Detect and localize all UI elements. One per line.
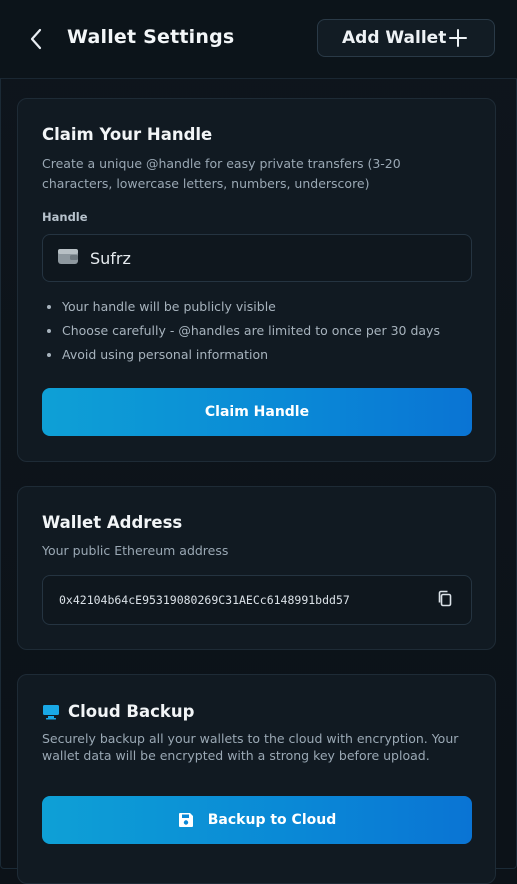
- claim-handle-title: Claim Your Handle: [42, 125, 213, 144]
- add-wallet-button[interactable]: Add Wallet: [317, 19, 495, 57]
- handle-input[interactable]: Sufrz: [42, 234, 472, 282]
- monitor-icon: [42, 704, 60, 720]
- wallet-address-card: Wallet Address Your public Ethereum addr…: [17, 486, 496, 650]
- save-icon: [178, 813, 193, 827]
- back-button[interactable]: [22, 24, 50, 54]
- claim-handle-description: Create a unique @handle for easy private…: [42, 156, 401, 191]
- wallet-address-title: Wallet Address: [42, 513, 183, 532]
- list-item: Avoid using personal information: [42, 346, 440, 370]
- plus-icon: [449, 29, 467, 47]
- handle-field-label: Handle: [42, 210, 88, 224]
- wallet-address-value: 0x42104b64cE95319080269C31AECc6148991bdd…: [59, 593, 350, 607]
- cloud-backup-title: Cloud Backup: [68, 702, 195, 721]
- cloud-backup-card: Cloud Backup Securely backup all your wa…: [17, 674, 496, 884]
- backup-to-cloud-button[interactable]: Backup to Cloud: [42, 796, 472, 844]
- backup-to-cloud-label: Backup to Cloud: [207, 812, 337, 828]
- cloud-backup-heading: Cloud Backup: [42, 702, 194, 721]
- list-item: Choose carefully - @handles are limited …: [42, 322, 440, 346]
- header: Wallet Settings Add Wallet: [0, 0, 517, 79]
- back-arrow-icon: [30, 28, 42, 50]
- copy-icon[interactable]: [437, 590, 453, 608]
- add-wallet-label: Add Wallet: [342, 28, 447, 48]
- wallet-address-description: Your public Ethereum address: [42, 543, 229, 558]
- claim-handle-button[interactable]: Claim Handle: [42, 388, 472, 436]
- wallet-icon: [58, 249, 78, 264]
- handle-rules-list: Your handle will be publicly visible Cho…: [42, 298, 440, 370]
- page-title: Wallet Settings: [67, 26, 235, 48]
- handle-input-value: Sufrz: [90, 249, 131, 268]
- wallet-address-field: 0x42104b64cE95319080269C31AECc6148991bdd…: [42, 575, 472, 625]
- list-item: Your handle will be publicly visible: [42, 298, 440, 322]
- cloud-backup-description: Securely backup all your wallets to the …: [42, 731, 459, 763]
- claim-handle-card: Claim Your Handle Create a unique @handl…: [17, 98, 496, 462]
